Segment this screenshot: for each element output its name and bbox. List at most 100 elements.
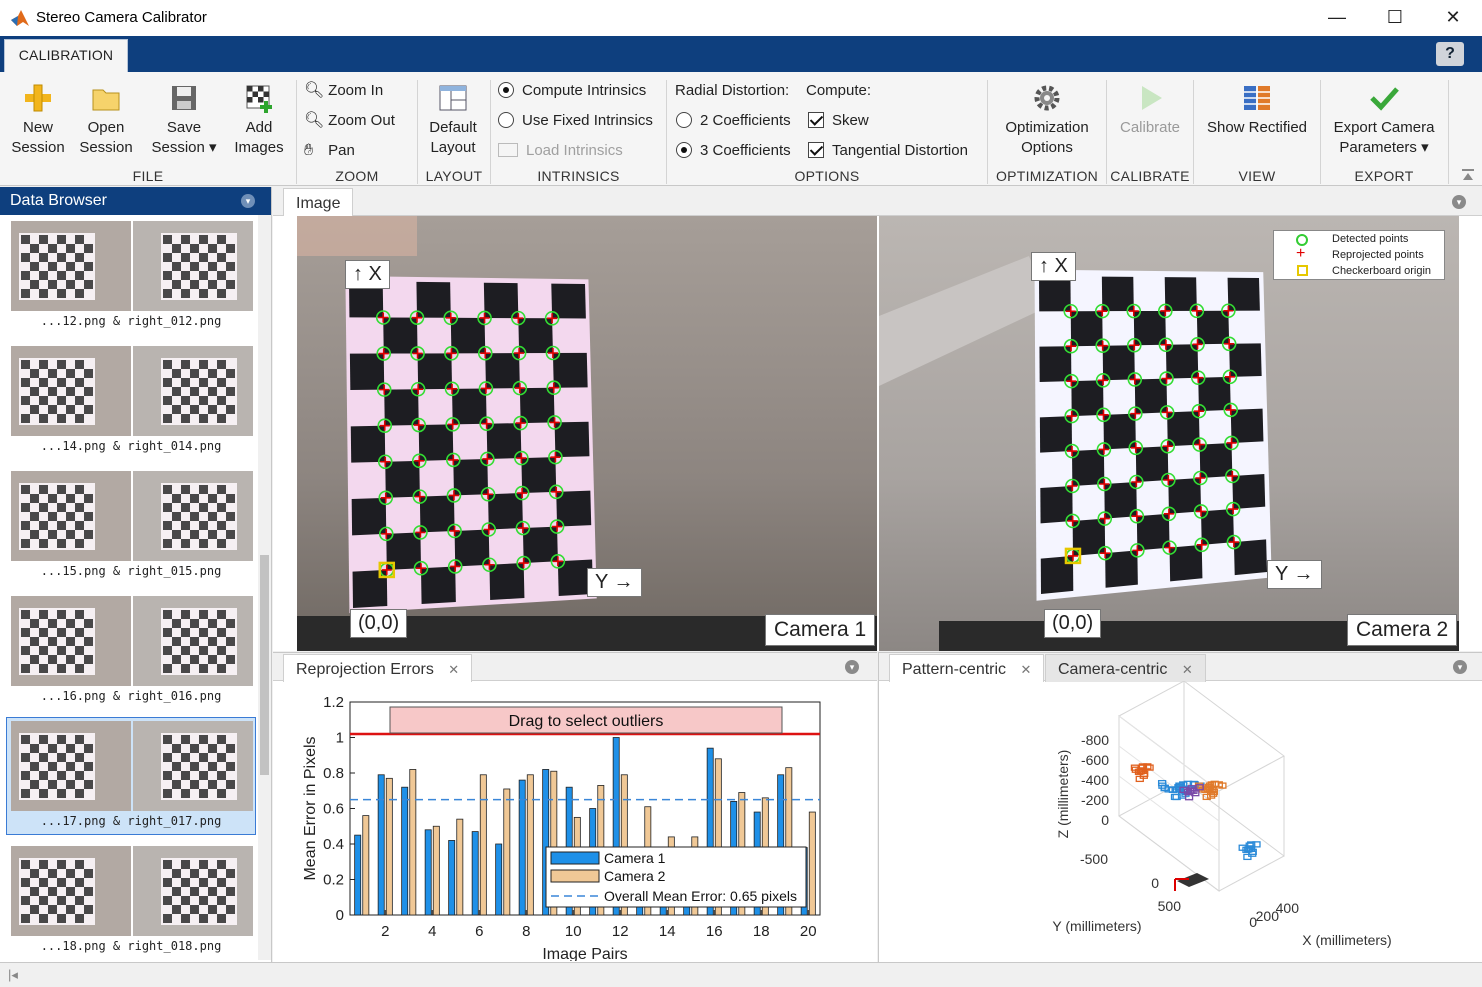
skew-checkbox[interactable]: Skew <box>808 111 869 131</box>
extrinsics-3d-plot[interactable]: -800 -600 -400 -200 0 Z (millimeters) -500 0 500… <box>879 681 1482 961</box>
load-intrinsics-button[interactable]: Load Intrinsics <box>498 141 623 161</box>
thumbnail-square <box>48 262 57 271</box>
thumbnail-square <box>48 369 57 378</box>
thumbnail-square <box>163 396 172 405</box>
thumbnail-square <box>217 628 226 637</box>
thumbnail-square <box>181 860 190 869</box>
vertical-scrollbar[interactable] <box>258 215 271 960</box>
close-tab-icon[interactable]: ✕ <box>1182 662 1193 677</box>
maximize-button[interactable]: ☐ <box>1366 0 1424 36</box>
x-tick-label: 18 <box>753 923 770 940</box>
reprojection-error-chart[interactable]: Drag to select outliers 0 0.2 0.4 0.6 0.8 1 1.2… <box>273 681 877 961</box>
panel-menu-icon[interactable]: ▾ <box>241 194 255 208</box>
thumbnail-item[interactable]: ...17.png & right_017.png <box>6 717 256 835</box>
thumbnail-square <box>66 369 75 378</box>
calibrate-button[interactable]: Calibrate <box>1108 82 1192 138</box>
thumbnail-square <box>39 610 48 619</box>
panel-menu-icon[interactable]: ▾ <box>845 660 859 674</box>
thumbnail-square <box>48 869 57 878</box>
thumbnail-square <box>199 735 208 744</box>
thumbnail-square <box>84 905 93 914</box>
thumbnail-square <box>57 485 66 494</box>
camera-2-bar <box>432 825 440 916</box>
thumbnail-square <box>66 780 75 789</box>
thumbnail-square <box>163 610 172 619</box>
tab-image[interactable]: Image <box>283 188 354 216</box>
collapse-left-icon[interactable]: |◂ <box>8 967 18 983</box>
zoom-in-button[interactable]: 🔍︎ Zoom In <box>304 81 383 101</box>
minimize-button[interactable]: — <box>1308 0 1366 36</box>
thumbnail-square <box>57 521 66 530</box>
thumbnail-square <box>226 405 235 414</box>
panel-menu-icon[interactable]: ▾ <box>1453 660 1467 674</box>
thumbnail-square <box>66 887 75 896</box>
gear-icon <box>1034 85 1060 111</box>
x-tick-label: 12 <box>612 923 629 940</box>
thumbnail-square <box>48 655 57 664</box>
help-button[interactable]: ? <box>1436 42 1464 66</box>
default-layout-button[interactable]: Default Layout <box>420 82 486 158</box>
thumbnail-square <box>199 521 208 530</box>
export-camera-parameters-button[interactable]: Export Camera Parameters ▾ <box>1324 82 1444 158</box>
tab-reprojection-errors[interactable]: Reprojection Errors ✕ <box>283 654 473 682</box>
thumbnail-item[interactable]: ...14.png & right_014.png <box>6 342 256 460</box>
fixed-intrinsics-radio[interactable]: Use Fixed Intrinsics <box>498 111 653 131</box>
thumbnail-square <box>21 360 30 369</box>
thumbnail-square <box>199 378 208 387</box>
collapse-ribbon-icon[interactable] <box>1460 168 1476 182</box>
add-images-button[interactable]: Add Images <box>228 82 290 158</box>
tab-camera-centric[interactable]: Camera-centric ✕ <box>1045 654 1206 682</box>
matlab-logo-icon <box>11 10 29 26</box>
thumbnail-square <box>39 628 48 637</box>
scrollbar-thumb[interactable] <box>260 555 269 775</box>
thumbnail-square <box>57 753 66 762</box>
thumbnail-checkerboard <box>11 471 131 561</box>
thumbnail-square <box>39 521 48 530</box>
show-rectified-button[interactable]: Show Rectified <box>1196 82 1318 138</box>
legend-mean-label: Overall Mean Error: 0.65 pixels <box>604 888 797 904</box>
thumbnail-square <box>48 494 57 503</box>
zoom-out-button[interactable]: 🔍︎ Zoom Out <box>304 111 395 131</box>
thumbnail-square <box>57 271 66 280</box>
thumbnail-square <box>172 244 181 253</box>
two-coefficients-radio[interactable]: 2 Coefficients <box>676 111 791 131</box>
close-tab-icon[interactable]: ✕ <box>448 662 459 677</box>
thumbnail-square <box>208 869 217 878</box>
pan-button[interactable]: ✋︎ Pan <box>304 141 355 161</box>
thumbnail-checkerboard <box>133 596 253 686</box>
thumbnail-square <box>217 414 226 423</box>
thumbnail-square <box>39 289 48 298</box>
thumbnail-item[interactable]: ...12.png & right_012.png <box>6 217 256 335</box>
tab-pattern-centric[interactable]: Pattern-centric ✕ <box>889 654 1045 682</box>
optimization-options-button[interactable]: Optimization Options <box>992 82 1102 158</box>
thumbnail-checkerboard <box>11 721 131 811</box>
reprojected-points-icon: + <box>1296 245 1306 262</box>
optimization-options-label-2: Options <box>1021 139 1073 156</box>
camera-2-bar <box>362 815 370 916</box>
close-tab-icon[interactable]: ✕ <box>1021 662 1032 677</box>
camera-1-bar <box>448 840 456 916</box>
folder-icon <box>92 89 120 111</box>
three-coefficients-radio[interactable]: 3 Coefficients <box>676 141 791 161</box>
thumbnail-square <box>163 789 172 798</box>
camera-1-bar <box>424 829 432 916</box>
tab-calibration[interactable]: CALIBRATION <box>4 39 128 72</box>
save-session-button[interactable]: Save Session ▾ <box>142 82 226 158</box>
close-button[interactable]: ✕ <box>1424 0 1482 36</box>
open-session-button[interactable]: Open Session <box>74 82 138 158</box>
thumbnail-square <box>163 896 172 905</box>
thumbnail-square <box>226 530 235 539</box>
thumbnail-item[interactable]: ...18.png & right_018.png <box>6 842 256 960</box>
compute-intrinsics-radio[interactable]: Compute Intrinsics <box>498 81 646 101</box>
thumbnail-square <box>39 646 48 655</box>
thumbnail-item[interactable]: ...15.png & right_015.png <box>6 467 256 585</box>
window-title: Stereo Camera Calibrator <box>36 9 207 26</box>
panel-menu-icon[interactable]: ▾ <box>1452 195 1466 209</box>
thumbnail-item[interactable]: ...16.png & right_016.png <box>6 592 256 710</box>
thumbnail-square <box>217 360 226 369</box>
thumbnail-square <box>226 637 235 646</box>
tangential-distortion-checkbox[interactable]: Tangential Distortion <box>808 141 968 161</box>
camera-2-bar <box>808 811 816 916</box>
new-session-button[interactable]: New Session <box>6 82 70 158</box>
thumbnail-square <box>66 244 75 253</box>
